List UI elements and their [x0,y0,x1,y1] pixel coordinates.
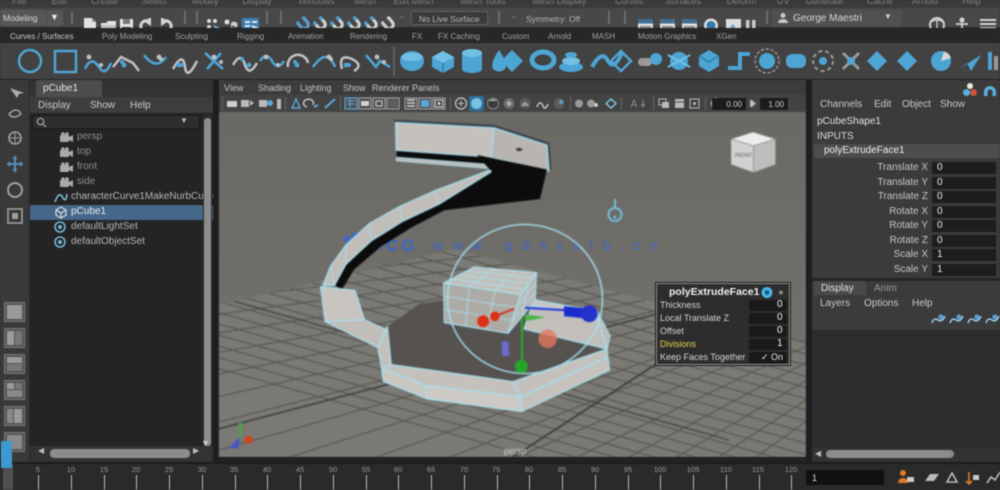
svg-text:www.qdnxxfb.cn: www.qdnxxfb.cn [432,237,667,253]
svg-text:1.00: 1.00 [768,100,784,109]
svg-text:0.00: 0.00 [726,100,742,109]
svg-text:FRONT: FRONT [735,153,752,159]
svg-text:persp: persp [504,446,527,456]
